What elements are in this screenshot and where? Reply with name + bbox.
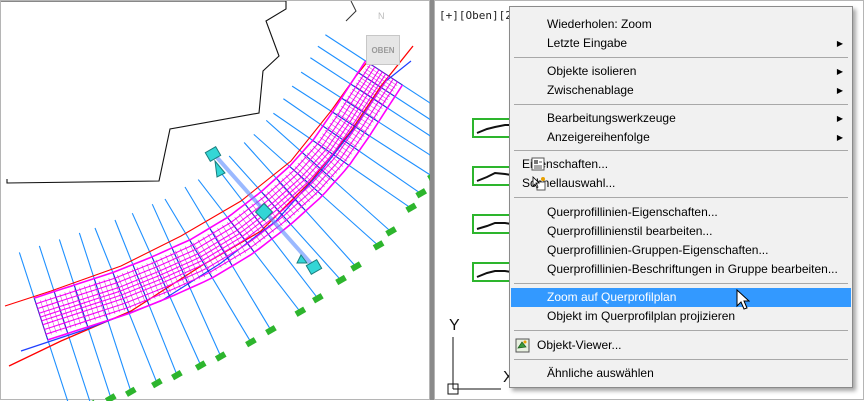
corridor-hatch	[363, 71, 394, 92]
submenu-arrow-icon: ▶	[836, 67, 843, 76]
section-view-thumbnail	[472, 118, 514, 138]
menu-item-label: Querprofillinien-Eigenschaften...	[547, 205, 718, 219]
menu-separator	[514, 57, 848, 58]
menu-separator	[514, 150, 848, 151]
menu-item-isolate-objects[interactable]: Objekte isolieren ▶	[511, 62, 851, 81]
view-cube[interactable]: OBEN	[366, 35, 400, 65]
section-view-thumbnail	[472, 262, 514, 282]
submenu-arrow-icon: ▶	[836, 114, 843, 123]
menu-item-edit-sample-line-style[interactable]: Querprofillinienstil bearbeiten...	[511, 222, 851, 241]
mouse-cursor-icon	[736, 289, 750, 310]
menu-item-label: Zwischenablage	[547, 83, 634, 97]
menu-item-clipboard[interactable]: Zwischenablage ▶	[511, 81, 851, 100]
menu-item-select-similar[interactable]: Ähnliche auswählen	[511, 364, 851, 383]
submenu-arrow-icon: ▶	[836, 133, 843, 142]
sample-line-label	[312, 293, 324, 304]
sample-line-label	[214, 351, 227, 362]
menu-separator	[514, 330, 848, 331]
sample-line-label	[124, 386, 137, 397]
corridor-line	[44, 78, 394, 331]
sample-line-label	[245, 337, 257, 348]
menu-item-label: Querprofillinien-Beschriftungen in Grupp…	[547, 262, 838, 276]
sample-line-label	[151, 378, 163, 389]
menu-item-label: Wiederholen: Zoom	[547, 17, 652, 31]
ucs-y-label: Y	[449, 317, 460, 334]
corridor-line	[40, 71, 383, 318]
menu-separator	[514, 283, 848, 284]
menu-item-label: Querprofillinien-Gruppen-Eigenschaften..…	[547, 243, 769, 257]
sample-line-label	[194, 360, 207, 371]
menu-separator	[514, 197, 848, 198]
properties-icon	[531, 157, 545, 171]
menu-item-repeat-zoom[interactable]: Wiederholen: Zoom	[511, 15, 851, 34]
left-drawing-viewport[interactable]: N OBEN	[0, 0, 431, 401]
menu-item-sample-line-properties[interactable]: Querprofillinien-Eigenschaften...	[511, 203, 851, 222]
menu-item-label: Objekte isolieren	[547, 64, 637, 78]
context-menu: Wiederholen: Zoom Letzte Eingabe ▶ Objekt…	[509, 6, 853, 388]
sample-line-label	[294, 306, 307, 317]
corridor-hatch	[230, 220, 253, 250]
sample-line-label	[415, 188, 428, 199]
corridor-hatch	[365, 68, 396, 89]
menu-item-label: Querprofillinienstil bearbeiten...	[547, 224, 713, 238]
menu-item-quick-select[interactable]: Schnellauswahl...	[511, 174, 851, 193]
sample-line-label	[405, 202, 418, 213]
section-view-thumbnail	[472, 214, 514, 234]
menu-item-zoom-to-section-view[interactable]: Zoom auf Querprofilplan	[511, 288, 851, 307]
menu-item-label: Ähnliche auswählen	[547, 366, 654, 380]
section-view-thumbnail	[472, 166, 514, 186]
menu-item-label: Objekt im Querprofilplan projizieren	[547, 309, 736, 323]
menu-item-label: Bearbeitungswerkzeuge	[547, 111, 676, 125]
corridor-hatch	[368, 62, 400, 84]
menu-item-label: Objekt-Viewer...	[537, 338, 622, 352]
sample-line	[18, 252, 69, 401]
compass-north-label: N	[378, 11, 385, 21]
menu-item-edit-tools[interactable]: Bearbeitungswerkzeuge ▶	[511, 109, 851, 128]
corridor-rib	[171, 247, 191, 289]
menu-item-properties[interactable]: Eigenschaften...	[511, 155, 851, 174]
view-cube-label: OBEN	[371, 45, 395, 55]
menu-item-draw-order[interactable]: Anzeigereihenfolge ▶	[511, 128, 851, 147]
submenu-arrow-icon: ▶	[836, 86, 843, 95]
menu-item-label: Zoom auf Querprofilplan	[547, 290, 677, 304]
ucs-icon	[447, 337, 501, 395]
sample-line-label	[265, 325, 277, 336]
object-viewer-icon	[515, 338, 530, 353]
menu-item-recent-input[interactable]: Letzte Eingabe ▶	[511, 34, 851, 53]
menu-item-project-object-to-section-view[interactable]: Objekt im Querprofilplan projizieren	[511, 307, 851, 326]
menu-separator	[514, 104, 848, 105]
menu-item-edit-sample-line-labels[interactable]: Querprofillinien-Beschriftungen in Grupp…	[511, 260, 851, 279]
quick-select-icon	[532, 176, 546, 191]
menu-item-label: Anzeigereihenfolge	[547, 130, 650, 144]
menu-separator	[514, 359, 848, 360]
submenu-arrow-icon: ▶	[836, 39, 843, 48]
menu-item-sample-line-group-properties[interactable]: Querprofillinien-Gruppen-Eigenschaften..…	[511, 241, 851, 260]
viewport-label[interactable]: [+][Oben][2D	[439, 9, 518, 22]
menu-item-label: Letzte Eingabe	[547, 36, 628, 50]
sample-line-label	[171, 370, 183, 381]
menu-item-object-viewer[interactable]: Objekt-Viewer...	[511, 336, 851, 355]
